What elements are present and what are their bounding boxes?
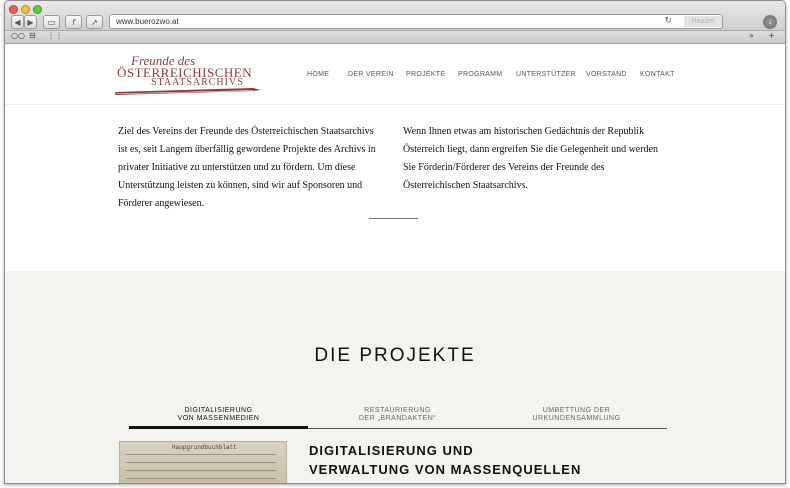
nav-kontakt[interactable]: KONTAKT [640,71,675,78]
reader-button[interactable]: Reader [684,16,722,27]
thumbnail-line [126,462,276,463]
project-tabs: DIGITALISIERUNG VON MASSENMEDIEN RESTAUR… [129,407,667,429]
intro-text-left: Ziel des Vereins der Freunde des Österre… [118,126,376,209]
nav-projekte[interactable]: PROJEKTE [406,71,445,78]
tab-label-line1: RESTAURIERUNG [364,407,431,414]
tab-label-line1: DIGITALISIERUNG [184,407,253,414]
projects-section: DIE PROJEKTE DIGITALISIERUNG VON MASSENM… [5,271,785,483]
address-url: www.buerozwo.at [116,17,179,26]
bookmarks-bar: ○○ ⊟ ⋮⋮ » + [5,31,785,44]
back-button[interactable]: ◀ [11,15,24,29]
projects-heading: DIE PROJEKTE [314,345,476,366]
top-sites-icon[interactable]: ⋮⋮ [47,31,63,40]
new-tab-icon[interactable]: + [768,31,775,40]
address-bar[interactable]: www.buerozwo.at ↻ Reader [109,14,723,29]
zoom-window-button[interactable] [33,5,42,14]
section-divider [369,218,418,219]
more-bookmarks-icon[interactable]: » [749,31,754,40]
downloads-icon[interactable]: ↓ [763,15,777,29]
tab-label-line2: URKUNDENSAMMLUNG [532,415,621,422]
thumbnail-line [126,454,276,455]
active-project-title-line1: DIGITALISIERUNG UND [309,443,474,458]
tab-umbettung[interactable]: UMBETTUNG DER URKUNDENSAMMLUNG [487,407,666,423]
site-header: Freunde des ÖSTERREICHISCHEN STAATSARCHI… [5,45,785,105]
tab-digitalisierung[interactable]: DIGITALISIERUNG VON MASSENMEDIEN [129,407,308,429]
tab-label-line2: DER „BRANDAKTEN“ [358,415,437,422]
site-logo[interactable]: Freunde des ÖSTERREICHISCHEN STAATSARCHI… [113,53,263,97]
logo-flag-swoosh [115,88,261,95]
nav-programm[interactable]: PROGRAMM [458,71,502,78]
font-icon[interactable]: f [65,15,82,29]
thumbnail-line [126,478,276,479]
active-project-title-line2: VERWALTUNG VON MASSENQUELLEN [309,462,582,477]
active-project-title: DIGITALISIERUNG UND VERWALTUNG VON MASSE… [309,441,639,479]
sidebar-icon[interactable]: ▭ [43,15,60,29]
nav-vorstand[interactable]: VORSTAND [586,71,627,78]
thumbnail-line [126,470,276,471]
tab-restaurierung[interactable]: RESTAURIERUNG DER „BRANDAKTEN“ [308,407,487,423]
forward-button[interactable]: ▶ [24,15,37,29]
project-thumbnail-image: Haupgrundbuchblatt [119,441,287,483]
intro-text-right: Wenn Ihnen etwas am historischen Gedächt… [403,126,658,191]
browser-window: ◀ ▶ ▭ f ↗ www.buerozwo.at ↻ Reader ↓ ○○ … [4,0,786,484]
thumbnail-caption: Haupgrundbuchblatt [172,444,237,451]
web-page: Freunde des ÖSTERREICHISCHEN STAATSARCHI… [5,45,785,483]
reload-icon[interactable]: ↻ [664,15,672,28]
nav-der-verein[interactable]: DER VEREIN [348,71,394,78]
nav-unterstuetzer[interactable]: UNTERSTÜTZER [516,71,576,78]
minimize-window-button[interactable] [21,5,30,14]
browser-toolbar: ◀ ▶ ▭ f ↗ www.buerozwo.at ↻ Reader ↓ [5,1,785,31]
bookmarks-icon[interactable]: ⊟ [29,31,36,40]
share-icon[interactable]: ↗ [86,15,103,29]
close-window-button[interactable] [9,5,18,14]
reading-list-icon[interactable]: ○○ [11,31,25,40]
nav-home[interactable]: HOME [307,71,329,78]
tab-label-line1: UMBETTUNG DER [542,407,611,414]
tab-label-line2: VON MASSENMEDIEN [177,415,260,422]
